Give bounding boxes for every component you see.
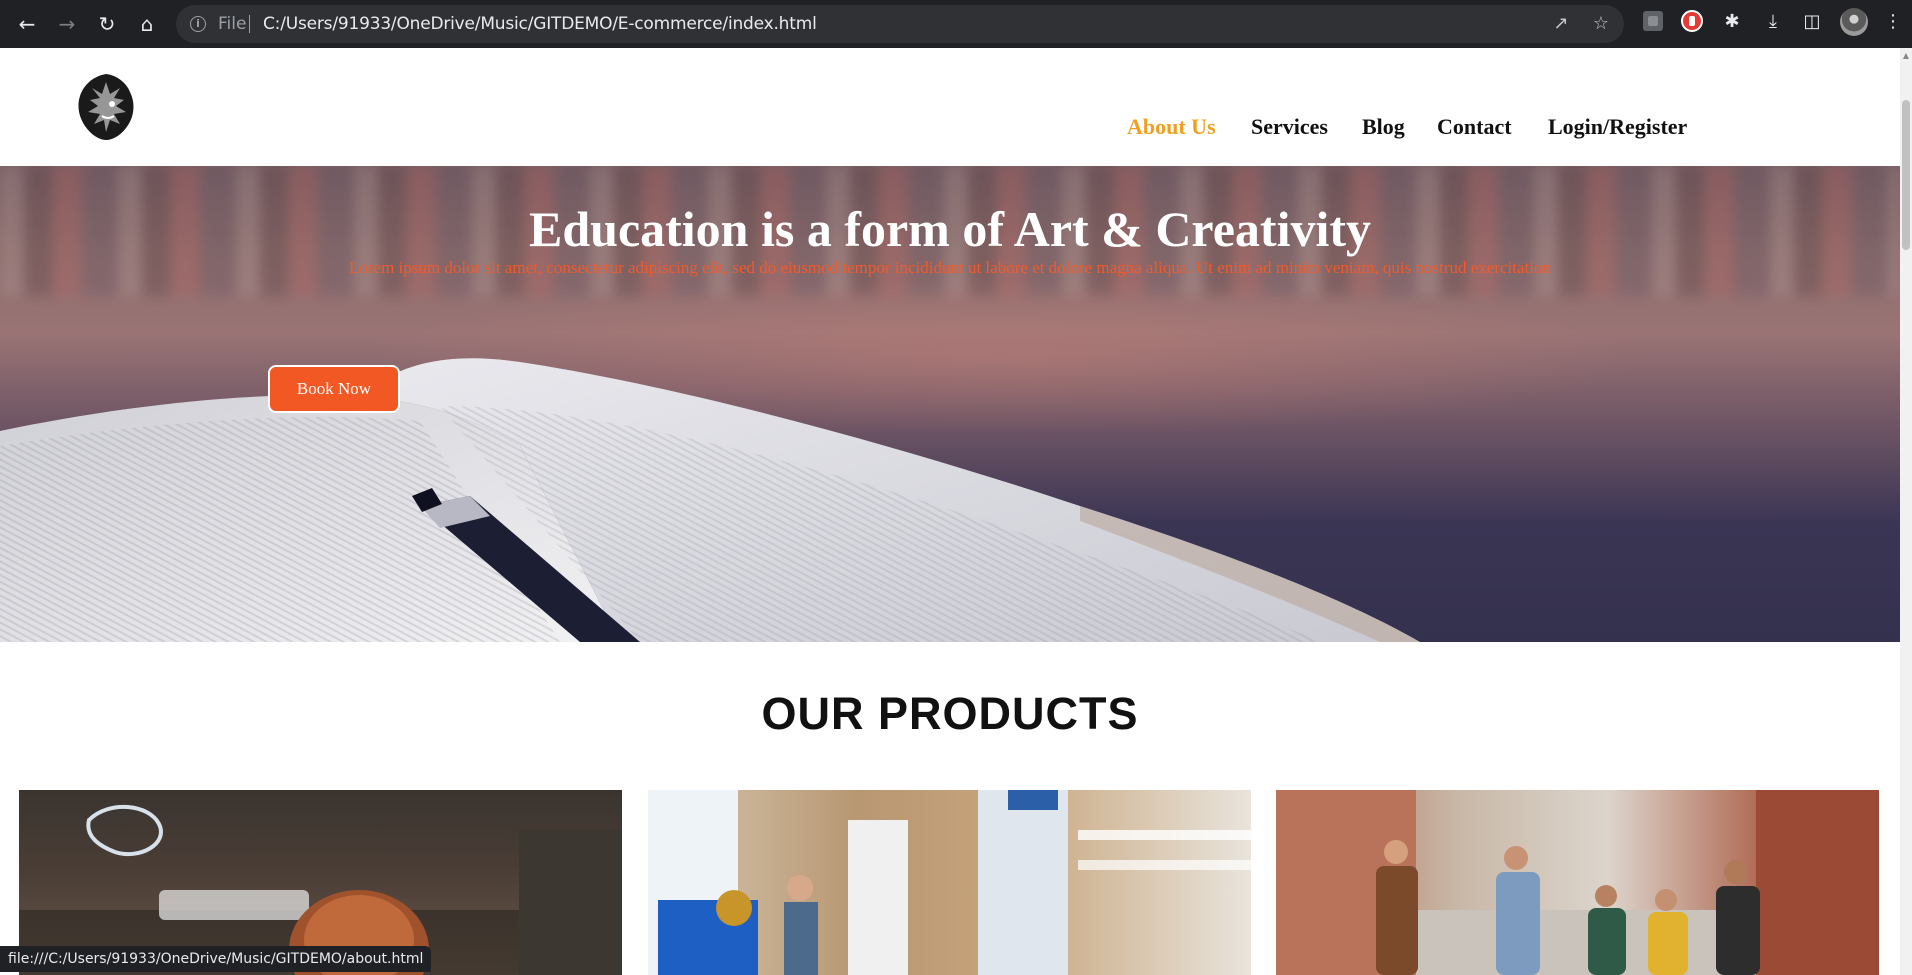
download-icon[interactable]: ⤓ bbox=[1760, 9, 1786, 35]
scroll-up-arrow-icon[interactable]: ▲ bbox=[1902, 52, 1910, 60]
product-card-office[interactable] bbox=[648, 790, 1251, 975]
site-header: About Us Services Blog Contact Login/Reg… bbox=[0, 48, 1900, 166]
extension-red-icon[interactable] bbox=[1681, 10, 1703, 32]
products-heading: OUR PRODUCTS bbox=[761, 688, 1139, 739]
browser-toolbar: ← → ↻ ⌂ i File C:/Users/91933/OneDrive/M… bbox=[0, 0, 1912, 48]
scrollbar-thumb[interactable] bbox=[1902, 100, 1910, 250]
book-now-button[interactable]: Book Now bbox=[268, 365, 400, 413]
home-icon[interactable]: ⌂ bbox=[133, 10, 161, 38]
nav-services[interactable]: Services bbox=[1251, 114, 1328, 140]
friends-walking-photo bbox=[1276, 790, 1879, 975]
product-card-friends[interactable] bbox=[1276, 790, 1879, 975]
share-icon[interactable]: ↗ bbox=[1550, 13, 1572, 35]
profile-avatar[interactable] bbox=[1840, 8, 1868, 36]
nav-about-us[interactable]: About Us bbox=[1127, 114, 1216, 140]
hero-subtitle: Lorem ipsum dolor sit amet, consectetur … bbox=[348, 258, 1551, 277]
nav-contact[interactable]: Contact bbox=[1437, 114, 1512, 140]
bookmark-star-icon[interactable]: ☆ bbox=[1590, 13, 1612, 35]
back-arrow-icon[interactable]: ← bbox=[13, 10, 41, 38]
office-presentation-photo bbox=[648, 790, 1251, 975]
lion-logo-icon[interactable] bbox=[72, 70, 140, 142]
menu-dots-icon[interactable]: ⋮ bbox=[1880, 9, 1906, 35]
nav-login-register[interactable]: Login/Register bbox=[1548, 114, 1687, 140]
address-bar[interactable]: i File C:/Users/91933/OneDrive/Music/GIT… bbox=[176, 5, 1624, 43]
reload-icon[interactable]: ↻ bbox=[93, 10, 121, 38]
status-url-bubble: file:///C:/Users/91933/OneDrive/Music/GI… bbox=[0, 946, 432, 972]
info-icon[interactable]: i bbox=[190, 16, 206, 32]
file-scheme-label: File bbox=[218, 14, 247, 34]
nav-blog[interactable]: Blog bbox=[1362, 114, 1405, 140]
forward-arrow-icon[interactable]: → bbox=[53, 10, 81, 38]
extension-icon[interactable] bbox=[1643, 11, 1663, 31]
side-panel-icon[interactable]: ◫ bbox=[1799, 9, 1825, 35]
omnibox-divider bbox=[249, 15, 250, 33]
hero-title: Education is a form of Art & Creativity bbox=[528, 201, 1372, 257]
puzzle-icon[interactable]: ✱ bbox=[1719, 9, 1745, 35]
url-text[interactable]: C:/Users/91933/OneDrive/Music/GITDEMO/E-… bbox=[263, 14, 817, 34]
hero-banner: Education is a form of Art & Creativity … bbox=[0, 166, 1900, 642]
